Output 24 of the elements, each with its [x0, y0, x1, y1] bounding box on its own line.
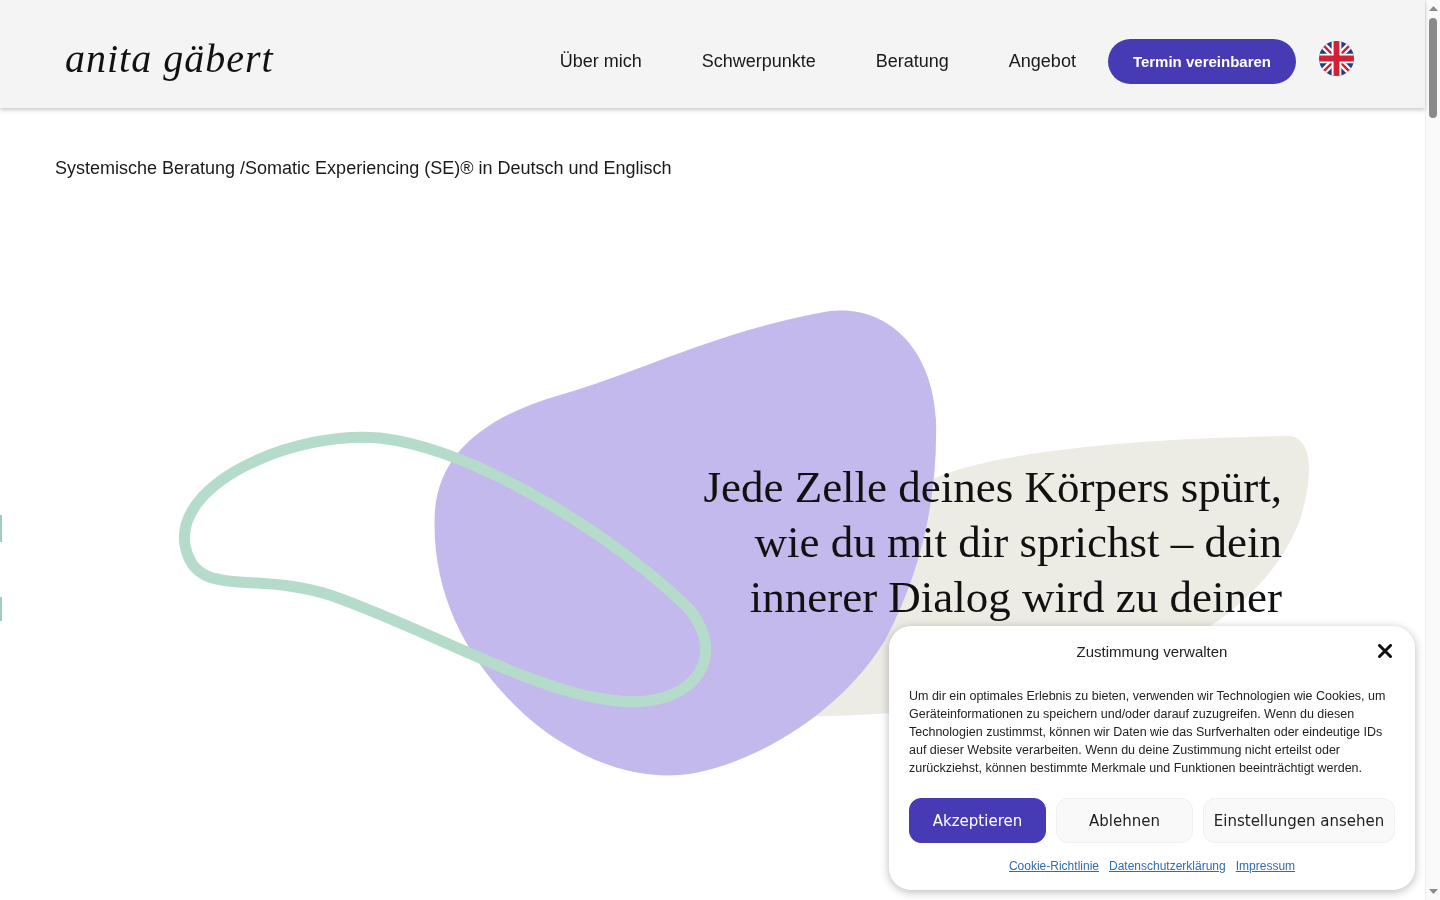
logo-wordmark[interactable]: anita gäbert: [65, 34, 274, 82]
cookie-policy-link[interactable]: Cookie-Richtlinie: [1008, 858, 1099, 874]
consent-text: Um dir ein optimales Erlebnis zu bieten, verwenden wir Technologien wie Cookies, um Geräteinformationen zu speichern und/oder darauf zuzugreifen. Wenn du diesen Technologien zustimmst, können wir Daten wie das Surfverhalten oder eindeutige IDs auf dieser Website verarbeiten. Wenn du deine Zustimmung nicht erteilst oder zurückziehst, können bestimmte Merkmale und Funktionen beeinträchtigt werden.: [909, 688, 1387, 777]
view-settings-button[interactable]: Einstellungen ansehen: [1203, 798, 1395, 843]
nav-link[interactable]: Angebot: [1008, 50, 1076, 72]
nav-link[interactable]: Beratung: [875, 50, 949, 72]
scrollbar[interactable]: [1425, 0, 1440, 900]
tagline: Systemische Beratung /Somatic Experiencing (SE)® in Deutsch und Englisch: [55, 157, 672, 180]
accept-button[interactable]: Akzeptieren: [909, 798, 1046, 843]
scroll-down-icon[interactable]: [1428, 889, 1438, 894]
privacy-policy-link[interactable]: Datenschutzerklärung: [1109, 858, 1226, 874]
scrollbar-thumb[interactable]: [1429, 18, 1437, 118]
appointment-button[interactable]: Termin vereinbaren: [1107, 38, 1296, 84]
scroll-up-icon[interactable]: [1428, 6, 1438, 11]
decline-button[interactable]: Ablehnen: [1056, 798, 1193, 843]
close-icon[interactable]: [1378, 644, 1392, 658]
edge-tab-icon: [0, 515, 2, 542]
quote-text: Jede Zelle deines Körpers spürt, wie du mit dir sprichst – dein innerer Dialog wird zu deiner: [702, 461, 1282, 624]
dialog-title: Zustimmung verwalten: [1076, 642, 1228, 660]
nav-link[interactable]: Schwerpunkte: [701, 50, 816, 72]
edge-tab-icon: [0, 597, 2, 621]
imprint-link[interactable]: Impressum: [1235, 858, 1296, 874]
flag-icon[interactable]: [1319, 40, 1354, 76]
nav-link[interactable]: Über mich: [559, 50, 642, 72]
